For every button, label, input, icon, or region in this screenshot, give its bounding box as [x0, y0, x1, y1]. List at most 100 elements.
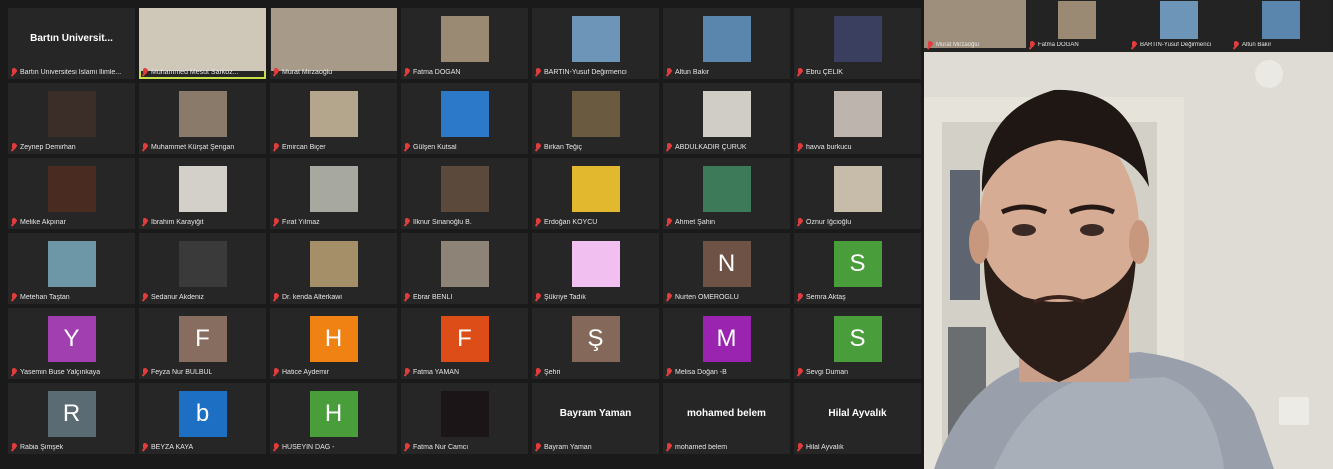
participant-nametag: Sevgi Duman: [797, 366, 848, 378]
participant-tile[interactable]: Muhammet Kürşat Şengan: [139, 83, 266, 154]
muted-mic-icon: [142, 67, 148, 77]
participant-tile[interactable]: N Nurten ÖMEROĞLU: [663, 233, 790, 304]
participant-tile[interactable]: b BEYZA KAYA: [139, 383, 266, 454]
participant-tile[interactable]: Ş Şehri: [532, 308, 659, 379]
avatar-photo: [571, 16, 620, 62]
participant-nametag: Feyza Nur BÜLBÜL: [142, 366, 212, 378]
participant-tile[interactable]: F Fatma YAMAN: [401, 308, 528, 379]
avatar-photo: [440, 391, 489, 437]
participant-tile[interactable]: Fatma Nur Camcı: [401, 383, 528, 454]
participant-nametag: Melisa Doğan -B: [666, 366, 727, 378]
participant-tile[interactable]: Bartın Üniversit... Bartın Üniversitesi İ…: [8, 8, 135, 79]
avatar-photo: [571, 91, 620, 137]
muted-mic-icon: [797, 292, 803, 302]
participant-tile[interactable]: Ahmet Şahin: [663, 158, 790, 229]
participant-tile[interactable]: Şükriye Tadık: [532, 233, 659, 304]
participant-tile[interactable]: ABDULKADİR ÇÜRÜK: [663, 83, 790, 154]
participant-name: Altun Bakır: [1242, 42, 1272, 48]
participant-name: Öznur İğcioğlu: [806, 218, 852, 226]
participant-nametag: Yasemin Buse Yalçınkaya: [11, 366, 100, 378]
participant-tile[interactable]: BARTIN-Yusuf Değirmenci: [532, 8, 659, 79]
video-strip: Murat Mirzaoğlu Fatma DOĞAN BARTIN-Yusuf D…: [924, 0, 1333, 52]
participant-tile[interactable]: Altun Bakır: [663, 8, 790, 79]
gallery-grid: Bartın Üniversit... Bartın Üniversitesi İ…: [8, 8, 924, 467]
participant-tile[interactable]: H HÜSEYİN DAĞ -: [270, 383, 397, 454]
participant-tile[interactable]: Bayram Yaman Bayram Yaman: [532, 383, 659, 454]
participant-nametag: Emircan Biçer: [273, 141, 326, 153]
participant-nametag: BARTIN-Yusuf Değirmenci: [535, 66, 627, 78]
participant-tile[interactable]: Ebru ÇELİK: [794, 8, 921, 79]
participant-tile[interactable]: R Rabia Şimşek: [8, 383, 135, 454]
muted-mic-icon: [797, 367, 803, 377]
participant-name: Emircan Biçer: [282, 143, 326, 151]
participant-tile[interactable]: Erdoğan KÖYCÜ: [532, 158, 659, 229]
participant-tile[interactable]: S Sevgi Duman: [794, 308, 921, 379]
participant-tile[interactable]: Fatma DOĞAN: [401, 8, 528, 79]
avatar-photo: [1160, 1, 1198, 39]
participant-nametag: ABDULKADİR ÇÜRÜK: [666, 141, 747, 153]
avatar-letter: Y: [63, 325, 80, 352]
participant-tile[interactable]: Fırat Yılmaz: [270, 158, 397, 229]
participant-tile[interactable]: S Semra Aktaş: [794, 233, 921, 304]
participant-name: Yasemin Buse Yalçınkaya: [20, 368, 101, 376]
participant-tile[interactable]: Melike Akpınar: [8, 158, 135, 229]
participant-nametag: Melike Akpınar: [11, 216, 66, 228]
active-speaker-video[interactable]: [924, 52, 1333, 469]
participant-name: Erdoğan KÖYCÜ: [544, 218, 598, 226]
participant-name: BEYZA KAYA: [151, 443, 194, 451]
avatar-photo: [1262, 1, 1300, 39]
participant-tile[interactable]: İbrahim Karayiğit: [139, 158, 266, 229]
participant-tile[interactable]: Muhammed Mesut Sarkoz...: [139, 8, 266, 79]
participant-name: Fatma DOĞAN: [413, 68, 461, 76]
participant-name: ABDULKADİR ÇÜRÜK: [675, 143, 747, 151]
participant-tile[interactable]: Hilal Ayvalık Hilal Ayvalık: [794, 383, 921, 454]
participant-tile[interactable]: mohamed belem mohamed belem: [663, 383, 790, 454]
participant-tile[interactable]: Zeynep Demirhan: [8, 83, 135, 154]
avatar-photo: [309, 91, 358, 137]
participant-nametag: Şehri: [535, 366, 560, 378]
participant-name: Nurten ÖMEROĞLU: [675, 293, 739, 301]
avatar-photo: [47, 241, 96, 287]
participant-name: Murat Mirzaoğlu: [282, 68, 333, 76]
participant-tile[interactable]: H Hatice Aydemir: [270, 308, 397, 379]
participant-nametag: Semra Aktaş: [797, 291, 846, 303]
participant-name: Hatice Aydemir: [282, 368, 329, 376]
avatar-initial: H: [309, 391, 358, 437]
participant-tile[interactable]: Birkan Teğiç: [532, 83, 659, 154]
participant-tile[interactable]: Emircan Biçer: [270, 83, 397, 154]
strip-participant-tile[interactable]: BARTIN-Yusuf Değirmenci: [1128, 0, 1230, 52]
participant-name: Ahmet Şahin: [675, 218, 716, 226]
participant-name: BARTIN-Yusuf Değirmenci: [544, 68, 627, 76]
participant-tile[interactable]: Y Yasemin Buse Yalçınkaya: [8, 308, 135, 379]
participant-tile[interactable]: F Feyza Nur BÜLBÜL: [139, 308, 266, 379]
participant-tile[interactable]: Metehan Taştan: [8, 233, 135, 304]
participant-name: mohamed belem: [675, 443, 728, 451]
participant-display-name: Hilal Ayvalık: [828, 408, 887, 419]
participant-name: Bayram Yaman: [544, 443, 592, 451]
participant-tile[interactable]: havva burkucu: [794, 83, 921, 154]
participant-tile[interactable]: Öznur İğcioğlu: [794, 158, 921, 229]
participant-nametag: Gülşen Kutsal: [404, 141, 457, 153]
avatar-photo: [702, 166, 751, 212]
participant-name: Ebrar BENLİ: [413, 293, 453, 301]
participant-tile[interactable]: M Melisa Doğan -B: [663, 308, 790, 379]
muted-mic-icon: [273, 67, 279, 77]
participant-nametag: Şükriye Tadık: [535, 291, 586, 303]
participant-tile[interactable]: Murat Mirzaoğlu: [270, 8, 397, 79]
muted-mic-icon: [797, 442, 803, 452]
participant-nametag: Öznur İğcioğlu: [797, 216, 851, 228]
participant-name: Fatma YAMAN: [413, 368, 460, 376]
participant-tile[interactable]: Sedanur Akdeniz: [139, 233, 266, 304]
participant-nametag: havva burkucu: [797, 141, 852, 153]
participant-tile[interactable]: Dr. kenda Alterkawi: [270, 233, 397, 304]
participant-tile[interactable]: Ebrar BENLİ: [401, 233, 528, 304]
participant-name: Rabia Şimşek: [20, 443, 64, 451]
strip-participant-tile[interactable]: Altun Bakır: [1230, 0, 1332, 52]
avatar-initial: S: [833, 316, 882, 362]
strip-participant-tile[interactable]: Murat Mirzaoğlu: [924, 0, 1026, 52]
participant-tile[interactable]: Gülşen Kutsal: [401, 83, 528, 154]
strip-participant-tile[interactable]: Fatma DOĞAN: [1026, 0, 1128, 52]
participant-tile[interactable]: İlknur Sinanoğlu B.: [401, 158, 528, 229]
avatar-letter: S: [849, 325, 866, 352]
muted-mic-icon: [535, 292, 541, 302]
